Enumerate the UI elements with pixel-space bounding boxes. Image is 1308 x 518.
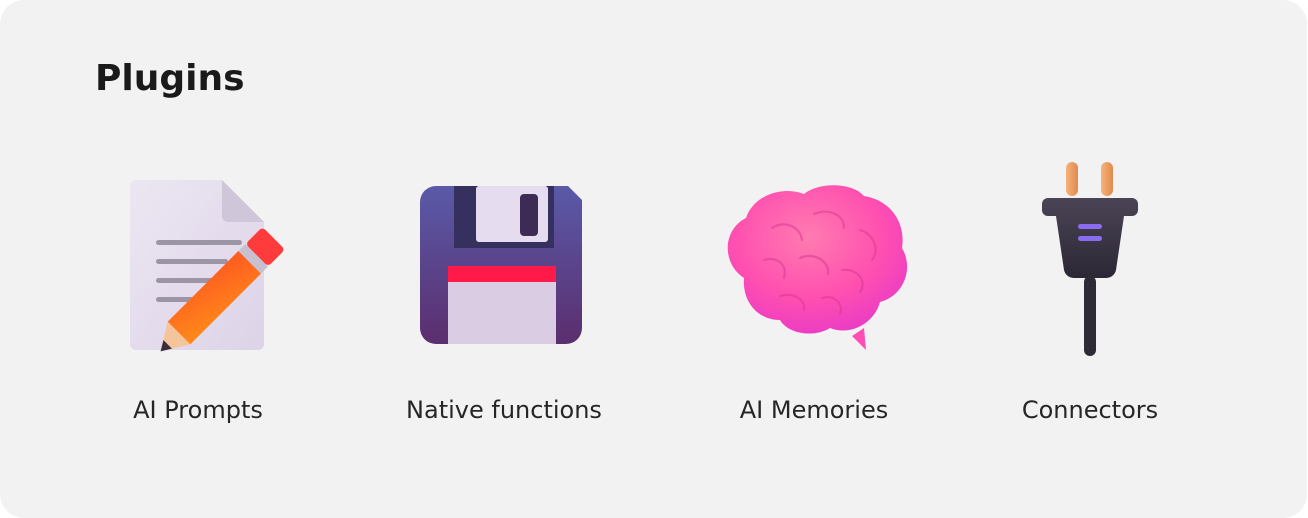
plugin-ai-memories[interactable]: AI Memories (684, 160, 944, 450)
plugin-label: Connectors (1021, 396, 1159, 424)
plugin-native-functions[interactable]: Native functions (374, 160, 634, 450)
plugin-label: AI Prompts (133, 396, 263, 424)
floppy-disk-icon (374, 160, 634, 370)
plugin-ai-prompts[interactable]: AI Prompts (68, 160, 328, 450)
plugins-card: Plugins AI Prompts Native functions AI M… (0, 0, 1307, 518)
brain-icon (684, 160, 944, 370)
page-title: Plugins (95, 58, 245, 99)
document-pencil-icon (68, 160, 328, 370)
plugin-connectors[interactable]: Connectors (960, 160, 1220, 450)
plugin-label: AI Memories (739, 396, 889, 424)
plugin-label: Native functions (406, 396, 602, 424)
electric-plug-icon (960, 160, 1220, 370)
